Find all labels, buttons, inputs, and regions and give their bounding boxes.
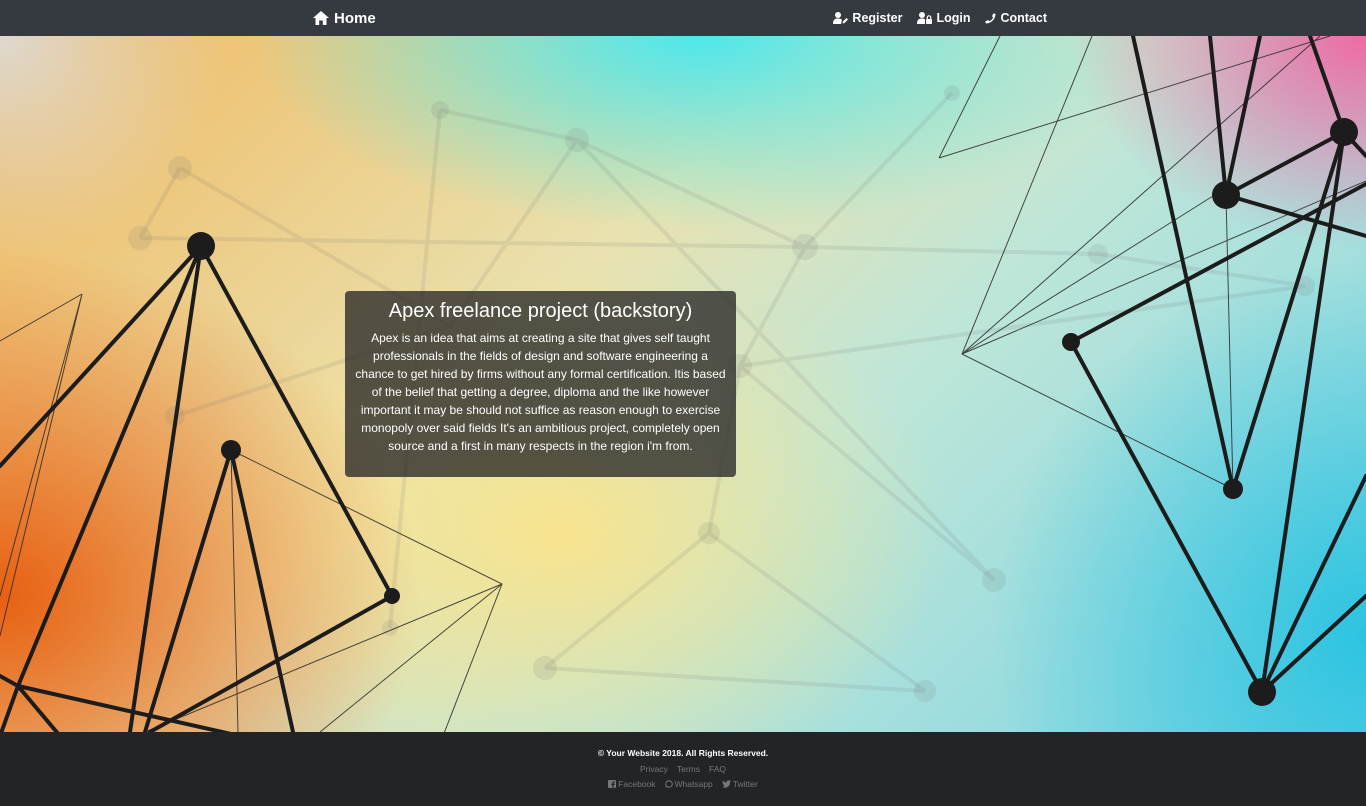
contact-label: Contact [1000, 11, 1047, 25]
phone-icon [985, 12, 996, 24]
whatsapp-label: Whatsapp [674, 779, 713, 789]
top-navbar: Home Register Login Contact [0, 0, 1366, 36]
twitter-label: Twitter [732, 779, 758, 789]
nav-right-links: Register Login Contact [833, 0, 1047, 36]
backstory-card: Apex freelance project (backstory) Apex … [345, 291, 736, 477]
terms-link[interactable]: Terms [677, 764, 700, 774]
privacy-link[interactable]: Privacy [640, 764, 668, 774]
home-link[interactable]: Home [313, 0, 376, 36]
hero-background: Apex freelance project (backstory) Apex … [0, 36, 1366, 732]
twitter-icon [721, 780, 731, 788]
home-icon [313, 11, 329, 25]
social-links: Facebook Whatsapp Twitter [0, 779, 1366, 789]
login-link[interactable]: Login [917, 11, 970, 25]
register-label: Register [852, 11, 903, 25]
facebook-icon [608, 780, 617, 788]
whatsapp-icon [664, 780, 673, 788]
card-text: Apex is an idea that aims at creating a … [355, 331, 726, 453]
user-lock-icon [917, 12, 933, 24]
faq-link[interactable]: FAQ [709, 764, 726, 774]
footer-links: Privacy Terms FAQ [0, 764, 1366, 774]
user-edit-icon [833, 12, 849, 24]
twitter-link[interactable]: Twitter [721, 779, 758, 789]
footer: © Your Website 2018. All Rights Reserved… [0, 732, 1366, 806]
copyright-text: © Your Website 2018. All Rights Reserved… [597, 748, 769, 758]
contact-link[interactable]: Contact [985, 11, 1047, 25]
login-label: Login [936, 11, 971, 25]
card-title: Apex freelance project (backstory) [388, 300, 693, 322]
facebook-link[interactable]: Facebook [608, 779, 656, 789]
register-link[interactable]: Register [833, 11, 902, 25]
facebook-label: Facebook [618, 779, 656, 789]
home-label: Home [334, 9, 376, 27]
whatsapp-link[interactable]: Whatsapp [664, 779, 713, 789]
